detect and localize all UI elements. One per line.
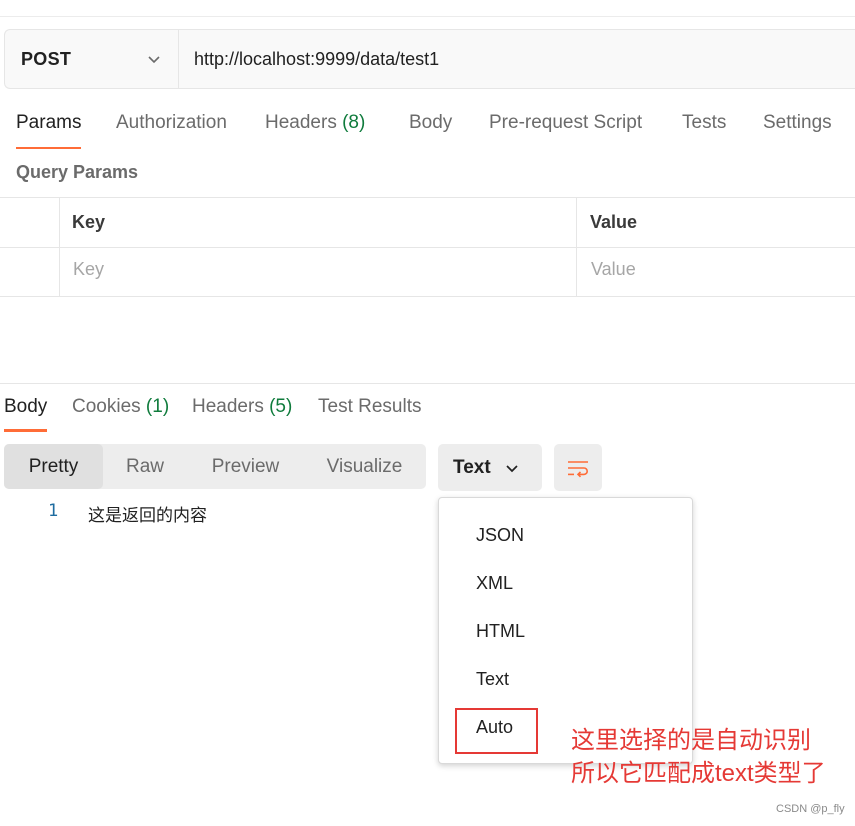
headers-count: (8) bbox=[342, 112, 366, 133]
table-border bbox=[0, 247, 855, 248]
method-select[interactable]: POST bbox=[5, 30, 179, 88]
view-visualize-button[interactable]: Visualize bbox=[304, 444, 425, 489]
response-headers-count: (5) bbox=[269, 396, 293, 417]
value-input[interactable]: Value bbox=[591, 259, 636, 280]
table-border bbox=[0, 197, 855, 198]
tab-headers[interactable]: Headers (8) bbox=[265, 112, 365, 149]
method-label: POST bbox=[21, 48, 72, 69]
tab-settings[interactable]: Settings bbox=[763, 112, 832, 149]
view-preview-button[interactable]: Preview bbox=[187, 444, 304, 489]
annotation-line-1: 这里选择的是自动识别 bbox=[571, 727, 811, 754]
watermark: CSDN @p_fly bbox=[776, 803, 845, 815]
query-params-table: Key Value Key Value bbox=[0, 197, 855, 297]
response-tab-cookies[interactable]: Cookies (1) bbox=[72, 396, 169, 433]
response-body-text: 这是返回的内容 bbox=[88, 506, 207, 526]
tab-tests[interactable]: Tests bbox=[682, 112, 726, 149]
format-select[interactable]: Text bbox=[438, 444, 542, 491]
tab-body[interactable]: Body bbox=[409, 112, 452, 149]
tab-label: Authorization bbox=[116, 112, 227, 133]
column-header-value: Value bbox=[590, 212, 638, 232]
response-tab-test-results[interactable]: Test Results bbox=[318, 396, 421, 433]
format-option-xml[interactable]: XML bbox=[476, 573, 513, 594]
line-number: 1 bbox=[48, 501, 59, 521]
view-mode-toggle: Pretty Raw Preview Visualize bbox=[4, 444, 426, 489]
tab-label: Cookies bbox=[72, 396, 146, 417]
tab-label: Settings bbox=[763, 112, 832, 133]
tab-label: Headers bbox=[192, 396, 270, 417]
tab-label: Body bbox=[4, 396, 48, 417]
tab-label: Pre-request Script bbox=[489, 112, 643, 133]
cookies-count: (1) bbox=[145, 396, 170, 417]
tab-label: Body bbox=[409, 112, 453, 133]
table-border bbox=[59, 197, 60, 297]
annotation-line-2: 所以它匹配成text类型了 bbox=[571, 760, 826, 787]
tab-label: Headers bbox=[265, 112, 343, 133]
tab-authorization[interactable]: Authorization bbox=[116, 112, 227, 149]
column-header-key: Key bbox=[72, 212, 106, 232]
request-url-bar: POST http://localhost:9999/data/test1 bbox=[4, 29, 855, 89]
top-divider bbox=[0, 16, 855, 17]
format-option-json[interactable]: JSON bbox=[476, 525, 524, 546]
wrap-lines-icon bbox=[568, 460, 588, 477]
response-tab-headers[interactable]: Headers (5) bbox=[192, 396, 292, 433]
chevron-down-icon bbox=[506, 464, 518, 472]
table-border bbox=[0, 296, 855, 297]
view-pretty-button[interactable]: Pretty bbox=[4, 444, 103, 489]
query-params-title: Query Params bbox=[16, 162, 139, 182]
response-divider bbox=[0, 383, 855, 384]
key-input[interactable]: Key bbox=[73, 259, 104, 280]
table-border bbox=[576, 197, 577, 297]
format-selected-label: Text bbox=[453, 456, 491, 478]
tab-label: Tests bbox=[682, 112, 727, 133]
tab-pre-request-script[interactable]: Pre-request Script bbox=[489, 112, 642, 149]
format-option-html[interactable]: HTML bbox=[476, 621, 525, 642]
code-line: 1 这是返回的内容 bbox=[0, 499, 430, 526]
tab-params[interactable]: Params bbox=[16, 112, 82, 149]
tab-label: Params bbox=[16, 112, 82, 133]
auto-highlight-box bbox=[455, 708, 538, 754]
url-input[interactable]: http://localhost:9999/data/test1 bbox=[179, 30, 855, 88]
tab-label: Test Results bbox=[318, 396, 422, 417]
response-tab-body[interactable]: Body bbox=[4, 396, 48, 433]
format-option-text[interactable]: Text bbox=[476, 669, 509, 690]
chevron-down-icon bbox=[148, 56, 160, 64]
view-raw-button[interactable]: Raw bbox=[103, 444, 187, 489]
wrap-lines-button[interactable] bbox=[554, 444, 602, 491]
